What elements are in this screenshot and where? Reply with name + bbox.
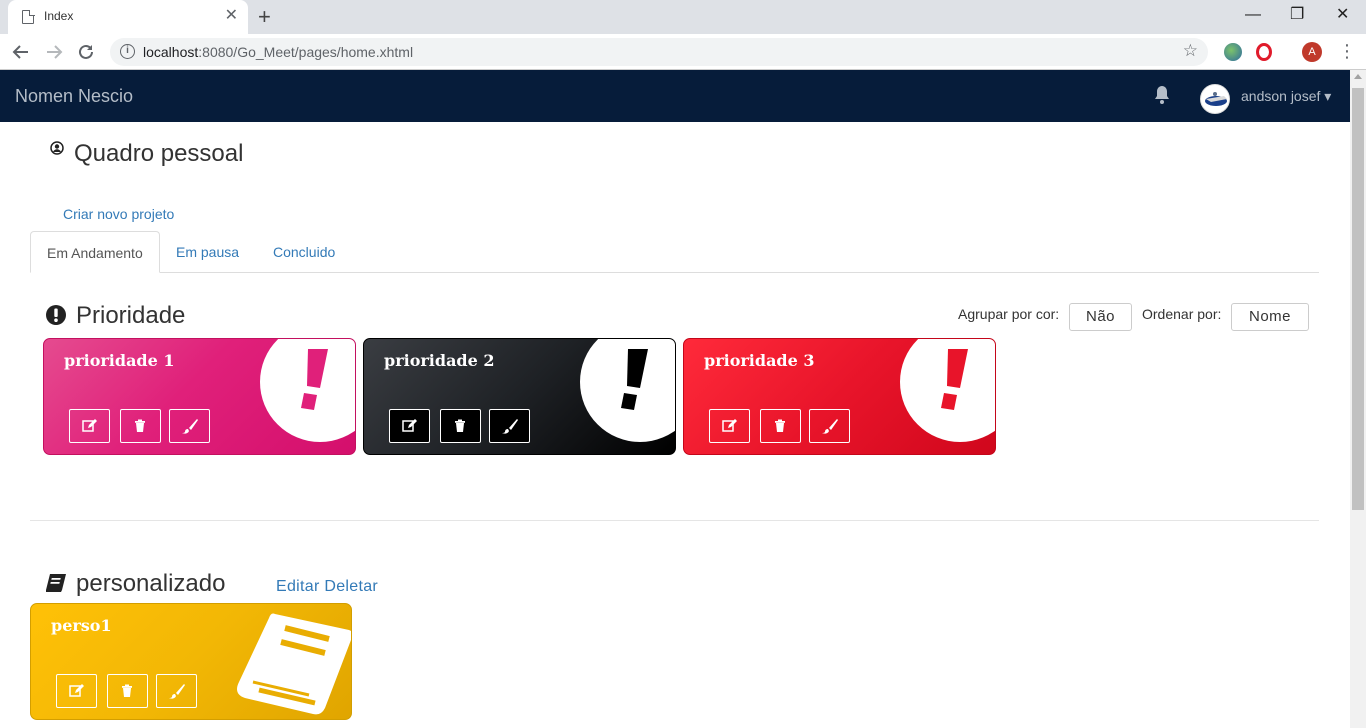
- notification-bell-icon[interactable]: [1153, 85, 1171, 105]
- group-by-color-label: Agrupar por cor:: [958, 306, 1060, 322]
- extension-globe-icon[interactable]: [1224, 43, 1242, 61]
- new-tab-button[interactable]: +: [258, 4, 271, 30]
- page-scrollbar[interactable]: [1350, 70, 1366, 728]
- custom-section-title: personalizado: [76, 570, 226, 597]
- tab-em-pausa[interactable]: Em pausa: [160, 231, 255, 273]
- book-icon: [46, 574, 66, 592]
- edit-delete-links[interactable]: Editar Deletar: [276, 578, 378, 596]
- page-title: Quadro pessoal: [74, 140, 244, 167]
- brush-icon: [822, 419, 838, 434]
- priority-card-2[interactable]: prioridade 2: [363, 338, 676, 455]
- user-avatar[interactable]: [1200, 84, 1230, 114]
- trash-icon: [455, 419, 465, 432]
- window-close-button[interactable]: ✕: [1336, 5, 1349, 25]
- edit-icon: [722, 419, 737, 432]
- brush-icon: [502, 419, 518, 434]
- trash-icon: [135, 419, 145, 432]
- order-by-label: Ordenar por:: [1142, 306, 1222, 322]
- delete-button[interactable]: [107, 674, 148, 708]
- group-by-color-button[interactable]: Não: [1069, 303, 1132, 331]
- card-title: prioridade 2: [384, 351, 495, 370]
- profile-avatar[interactable]: A: [1302, 42, 1322, 62]
- tab-em-andamento[interactable]: Em Andamento: [30, 231, 160, 273]
- url-path: :8080/Go_Meet/pages/home.xhtml: [198, 44, 414, 60]
- page-favicon-icon: [22, 9, 35, 24]
- color-button[interactable]: [809, 409, 850, 443]
- card-title: perso1: [51, 616, 112, 635]
- card-exclamation-badge: [260, 339, 355, 442]
- brand-logo[interactable]: Nomen Nescio: [15, 86, 133, 107]
- edit-icon: [82, 419, 97, 432]
- edit-button[interactable]: [69, 409, 110, 443]
- site-info-icon[interactable]: i: [120, 44, 135, 59]
- user-circle-icon: [50, 141, 64, 155]
- priority-card-1[interactable]: prioridade 1: [43, 338, 356, 455]
- section-divider: [30, 520, 1319, 521]
- browser-tab[interactable]: Index ✕: [8, 0, 248, 34]
- exclamation-icon: [301, 349, 328, 410]
- bookmark-star-icon[interactable]: ☆: [1183, 41, 1198, 61]
- exclamation-circle-icon: [46, 305, 66, 325]
- delete-button[interactable]: [440, 409, 481, 443]
- app-navbar: Nomen Nescio andson josef ▾: [0, 70, 1350, 122]
- scroll-up-arrow-icon[interactable]: [1354, 74, 1362, 79]
- reload-icon[interactable]: [77, 43, 95, 61]
- card-title: prioridade 3: [704, 351, 815, 370]
- caret-down-icon: ▾: [1324, 88, 1332, 104]
- create-project-link[interactable]: Criar novo projeto: [63, 206, 174, 222]
- tab-close-icon[interactable]: ✕: [225, 7, 238, 25]
- window-restore-button[interactable]: ❐: [1290, 5, 1304, 25]
- custom-card-perso1[interactable]: perso1: [30, 603, 352, 720]
- color-button[interactable]: [156, 674, 197, 708]
- address-url: localhost:8080/Go_Meet/pages/home.xhtml: [143, 44, 413, 60]
- window-minimize-button[interactable]: —: [1245, 5, 1261, 25]
- edit-icon: [69, 684, 84, 697]
- delete-button[interactable]: [760, 409, 801, 443]
- priority-card-3[interactable]: prioridade 3: [683, 338, 996, 455]
- order-by-button[interactable]: Nome: [1231, 303, 1309, 331]
- tab-concluido[interactable]: Concluido: [257, 231, 351, 273]
- username-label: andson josef: [1241, 88, 1321, 104]
- card-exclamation-badge: [900, 339, 995, 442]
- scrollbar-thumb[interactable]: [1352, 88, 1364, 510]
- edit-button[interactable]: [56, 674, 97, 708]
- exclamation-icon: [621, 349, 648, 410]
- trash-icon: [775, 419, 785, 432]
- user-menu-toggle[interactable]: andson josef ▾: [1241, 88, 1331, 105]
- edit-button[interactable]: [709, 409, 750, 443]
- opera-extension-icon[interactable]: [1256, 43, 1272, 61]
- browser-tabstrip: Index ✕ + — ❐ ✕: [0, 0, 1366, 34]
- card-exclamation-badge: [580, 339, 675, 442]
- browser-menu-icon[interactable]: ⋮: [1338, 41, 1356, 61]
- exclamation-icon: [941, 349, 968, 410]
- priority-section-title: Prioridade: [76, 302, 186, 329]
- color-button[interactable]: [169, 409, 210, 443]
- edit-button[interactable]: [389, 409, 430, 443]
- browser-toolbar: i localhost:8080/Go_Meet/pages/home.xhtm…: [0, 34, 1366, 70]
- forward-arrow-icon[interactable]: [45, 43, 63, 61]
- trash-icon: [122, 684, 132, 697]
- brush-icon: [182, 419, 198, 434]
- back-arrow-icon[interactable]: [12, 43, 30, 61]
- brush-icon: [169, 684, 185, 699]
- tab-title: Index: [44, 9, 74, 23]
- card-book-icon: [237, 613, 351, 715]
- delete-button[interactable]: [120, 409, 161, 443]
- address-bar[interactable]: i localhost:8080/Go_Meet/pages/home.xhtm…: [110, 38, 1208, 66]
- edit-icon: [402, 419, 417, 432]
- card-title: prioridade 1: [64, 351, 175, 370]
- color-button[interactable]: [489, 409, 530, 443]
- url-host: localhost: [143, 44, 199, 60]
